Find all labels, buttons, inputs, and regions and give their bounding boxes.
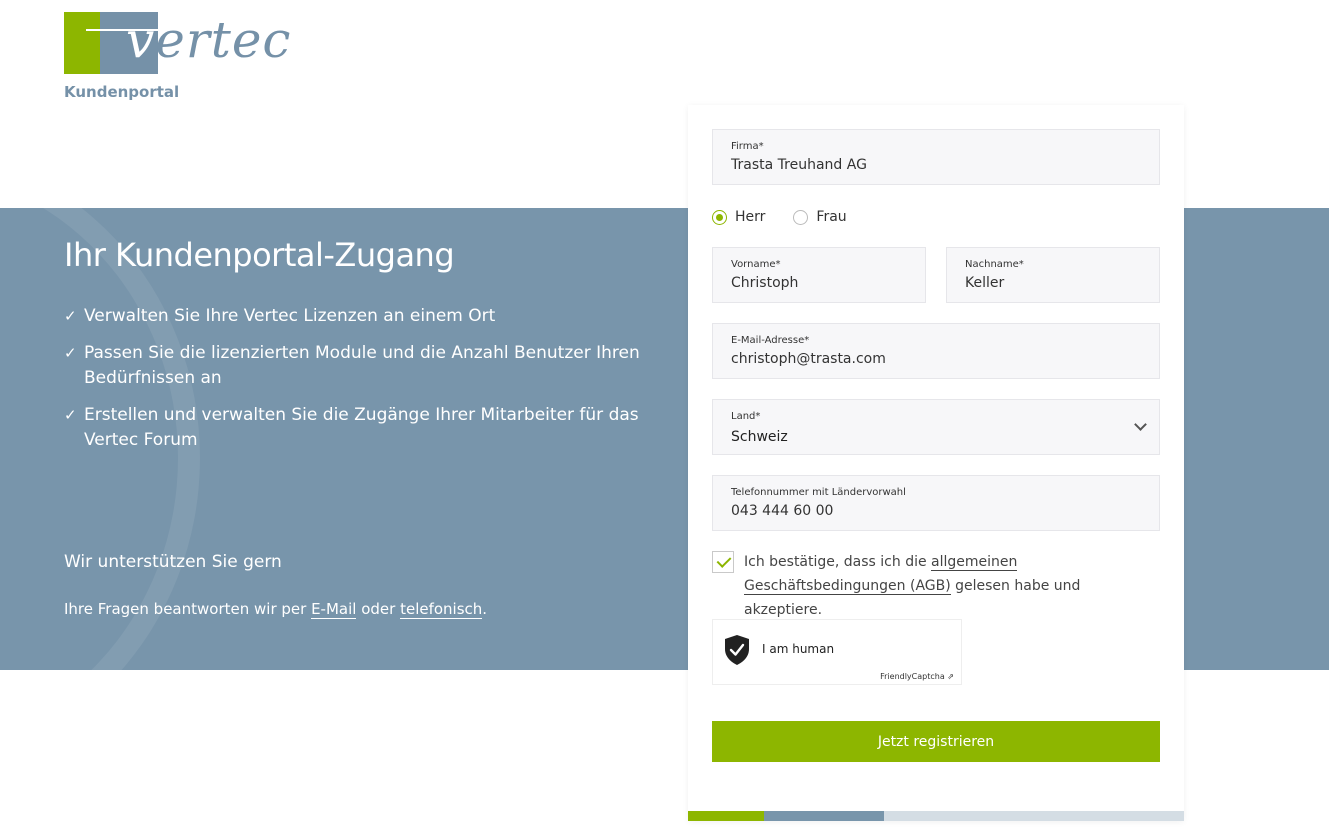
radio-selected-icon [712, 209, 727, 225]
agb-consent: Ich bestätige, dass ich die allgemeinen … [712, 550, 1152, 622]
support-text: Ihre Fragen beantworten wir per E-Mail o… [64, 600, 488, 619]
country-label: Land* [731, 411, 761, 422]
salutation-group: Herr Frau [712, 209, 875, 225]
logo-wordmark: vertec [126, 11, 292, 69]
benefit-item: ✓ Erstellen und verwalten Sie die Zugänge… [64, 405, 639, 450]
friendly-captcha[interactable]: I am human FriendlyCaptcha ⇗ [712, 619, 962, 685]
hero-title: Ihr Kundenportal-Zugang [64, 236, 455, 274]
logo-green-block [64, 12, 100, 74]
phone-label: Telefonnummer mit Ländervorwahl [731, 487, 906, 498]
vertec-logo[interactable]: vertec [64, 11, 290, 76]
agb-checkbox[interactable] [712, 551, 734, 573]
check-icon: ✓ [64, 307, 77, 325]
email-value: christoph@trasta.com [731, 351, 886, 367]
benefit-item: ✓ Verwalten Sie Ihre Vertec Lizenzen an e… [64, 304, 644, 329]
lastname-value: Keller [965, 275, 1005, 291]
captcha-label: I am human [762, 642, 835, 656]
benefit-item: ✓ Passen Sie die lizenzierten Module und … [64, 343, 640, 388]
chevron-down-icon [1134, 418, 1147, 431]
progress-segment-light [884, 811, 1184, 821]
register-button[interactable]: Jetzt registrieren [712, 721, 1160, 762]
company-value: Trasta Treuhand AG [731, 157, 867, 173]
email-field[interactable]: E-Mail-Adresse* christoph@trasta.com [712, 323, 1160, 379]
support-title: Wir unterstützen Sie gern [64, 552, 282, 572]
progress-bar [688, 811, 1184, 821]
benefits-list: ✓ Verwalten Sie Ihre Vertec Lizenzen an e… [64, 304, 644, 465]
phone-field[interactable]: Telefonnummer mit Ländervorwahl 043 444 … [712, 475, 1160, 531]
company-field[interactable]: Firma* Trasta Treuhand AG [712, 129, 1160, 185]
check-icon: ✓ [64, 344, 77, 362]
lastname-field[interactable]: Nachname* Keller [946, 247, 1160, 303]
email-label: E-Mail-Adresse* [731, 335, 810, 346]
support-phone-link[interactable]: telefonisch [400, 600, 483, 619]
registration-form: Firma* Trasta Treuhand AG Herr Frau Vorn… [688, 105, 1184, 821]
support-email-link[interactable]: E-Mail [311, 600, 357, 619]
company-label: Firma* [731, 141, 764, 152]
salutation-frau-radio[interactable]: Frau [793, 209, 847, 225]
progress-segment-green [688, 811, 764, 821]
country-value: Schweiz [731, 429, 788, 445]
radio-unselected-icon [793, 209, 809, 225]
shield-check-icon [725, 635, 749, 665]
firstname-field[interactable]: Vorname* Christoph [712, 247, 926, 303]
check-icon: ✓ [64, 406, 77, 424]
captcha-brand[interactable]: FriendlyCaptcha ⇗ [880, 672, 954, 681]
firstname-value: Christoph [731, 275, 799, 291]
firstname-label: Vorname* [731, 259, 781, 270]
salutation-herr-radio[interactable]: Herr [712, 209, 765, 225]
agb-text: Ich bestätige, dass ich die allgemeinen … [744, 554, 1081, 618]
portal-label: Kundenportal [64, 83, 180, 101]
country-select[interactable]: Land* Schweiz [712, 399, 1160, 455]
progress-segment-blue [764, 811, 884, 821]
lastname-label: Nachname* [965, 259, 1024, 270]
phone-value: 043 444 60 00 [731, 503, 834, 519]
